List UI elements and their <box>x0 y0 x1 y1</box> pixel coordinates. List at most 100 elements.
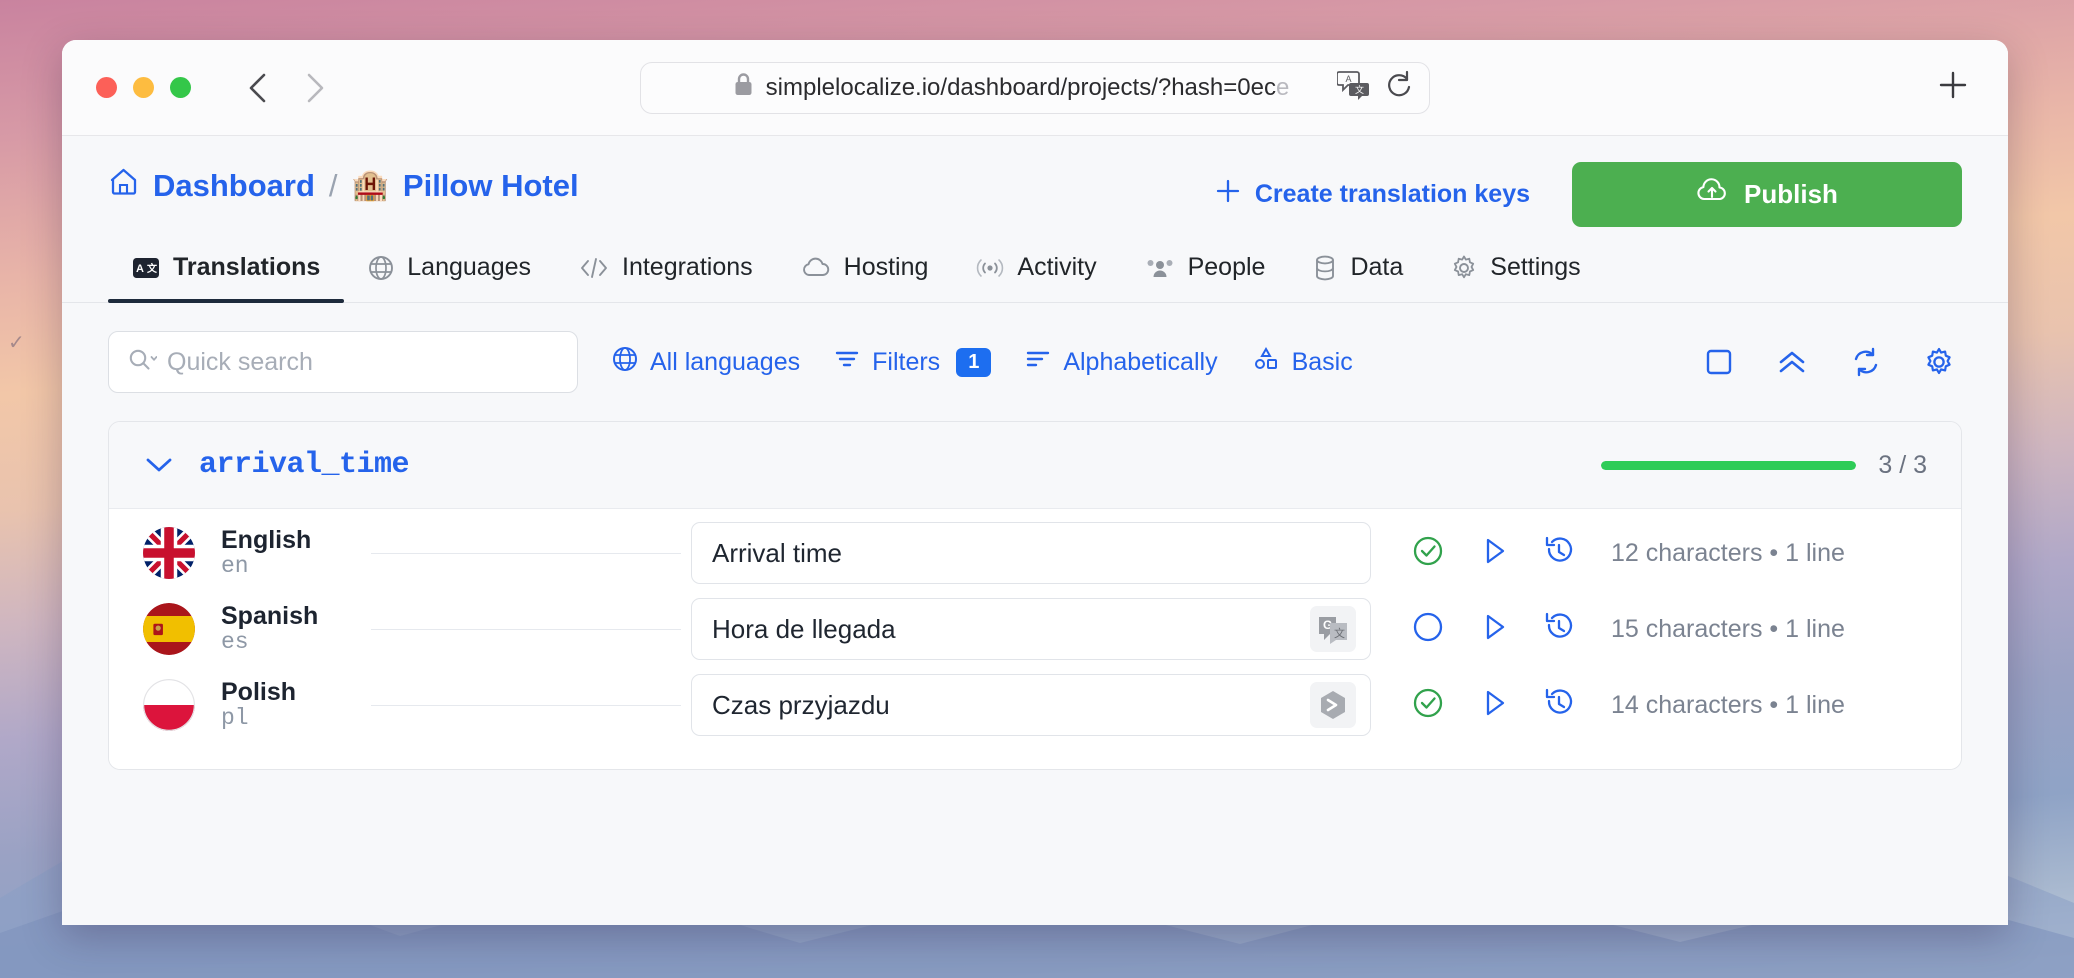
chevron-down-icon[interactable] <box>143 454 175 476</box>
collapse-all-icon[interactable] <box>1776 347 1808 377</box>
translation-key-name[interactable]: arrival_time <box>199 448 410 482</box>
tab-people[interactable]: People <box>1121 253 1290 302</box>
home-icon[interactable] <box>108 166 139 205</box>
table-row: English en Arrival time 12 characters • … <box>109 515 1961 591</box>
broadcast-icon <box>976 256 1004 280</box>
create-translation-keys-button[interactable]: Create translation keys <box>1215 178 1530 211</box>
row-connector <box>371 552 681 554</box>
browser-window: simplelocalize.io/dashboard/projects/?ha… <box>62 40 2008 925</box>
address-bar-icons[interactable]: A 文 <box>1336 70 1413 105</box>
minimize-window-button[interactable] <box>133 77 154 98</box>
filters-count-badge: 1 <box>956 347 992 377</box>
browser-navigation[interactable] <box>243 71 329 105</box>
close-window-button[interactable] <box>96 77 117 98</box>
svg-text:文: 文 <box>1334 626 1345 640</box>
breadcrumb-project-name[interactable]: Pillow Hotel <box>403 168 579 204</box>
breadcrumb: Dashboard / 🏨 Pillow Hotel <box>108 166 579 205</box>
empty-circle-icon[interactable] <box>1411 610 1445 649</box>
address-bar[interactable]: simplelocalize.io/dashboard/projects/?ha… <box>640 61 1430 114</box>
translation-meta: 12 characters • 1 line <box>1611 538 1845 567</box>
language-code: pl <box>221 705 249 732</box>
svg-text:文: 文 <box>1355 84 1364 95</box>
cloud-icon <box>801 256 831 280</box>
tab-translations[interactable]: A文 Translations <box>108 253 345 303</box>
back-chevron-icon[interactable] <box>243 71 271 105</box>
flag-pl-icon <box>143 679 195 731</box>
code-brackets-icon <box>579 256 609 280</box>
reload-icon[interactable] <box>1385 70 1413 105</box>
tab-data[interactable]: Data <box>1289 253 1427 302</box>
translate-page-icon[interactable]: A 文 <box>1336 70 1371 105</box>
publish-label: Publish <box>1744 179 1838 209</box>
view-mode-button[interactable]: Basic <box>1252 346 1353 379</box>
toolbar-right-icons <box>1704 347 1962 377</box>
tab-settings[interactable]: Settings <box>1427 253 1604 302</box>
tab-activity[interactable]: Activity <box>952 253 1120 302</box>
flag-es-icon <box>143 603 195 655</box>
filters-button[interactable]: Filters 1 <box>834 347 992 378</box>
tab-label: Hosting <box>843 253 929 281</box>
svg-text:A: A <box>136 263 144 275</box>
project-tabs: A文 Translations Languages Integrations H… <box>62 253 2008 303</box>
translation-input[interactable]: Hora de llegada G文 <box>691 598 1371 660</box>
cloud-upload-icon <box>1696 177 1728 212</box>
tab-label: Languages <box>407 253 531 281</box>
translation-input[interactable]: Czas przyjazdu <box>691 674 1371 736</box>
translation-input[interactable]: Arrival time <box>691 522 1371 584</box>
language-name: Spanish <box>221 601 319 630</box>
globe-icon <box>612 346 638 379</box>
language-name: English <box>221 525 312 554</box>
window-controls[interactable] <box>96 77 191 98</box>
history-icon[interactable] <box>1543 535 1575 572</box>
tab-hosting[interactable]: Hosting <box>777 253 953 302</box>
flag-uk-icon <box>143 527 195 579</box>
table-row: Polish pl Czas przyjazdu 14 characters •… <box>109 667 1961 743</box>
url-text: simplelocalize.io/dashboard/projects/?ha… <box>765 73 1290 101</box>
search-input[interactable] <box>167 347 559 377</box>
play-icon[interactable] <box>1479 535 1509 572</box>
play-icon[interactable] <box>1479 611 1509 648</box>
maximize-window-button[interactable] <box>170 77 191 98</box>
check-circle-icon[interactable] <box>1411 686 1445 725</box>
language-name: Polish <box>221 677 297 706</box>
forward-chevron-icon[interactable] <box>301 71 329 105</box>
tab-label: Data <box>1350 253 1404 281</box>
play-icon[interactable] <box>1479 687 1509 724</box>
tab-integrations[interactable]: Integrations <box>555 253 777 302</box>
translation-meta: 14 characters • 1 line <box>1611 690 1845 719</box>
language-code: en <box>221 553 249 580</box>
tab-label: Activity <box>1017 253 1097 281</box>
publish-button[interactable]: Publish <box>1572 162 1962 227</box>
row-actions <box>1411 610 1575 649</box>
progress-ratio: 3 / 3 <box>1878 450 1927 479</box>
all-languages-filter[interactable]: All languages <box>612 346 800 379</box>
sort-order-button[interactable]: Alphabetically <box>1025 347 1218 378</box>
tab-languages[interactable]: Languages <box>344 253 555 302</box>
select-all-checkbox-icon[interactable] <box>1704 347 1734 377</box>
translation-key-header[interactable]: arrival_time 3 / 3 <box>109 422 1961 509</box>
settings-gear-icon[interactable] <box>1924 347 1954 377</box>
translation-value: Hora de llegada <box>712 613 896 644</box>
url-text-group: simplelocalize.io/dashboard/projects/?ha… <box>641 72 1331 104</box>
row-connector <box>371 628 681 630</box>
language-info: Polish pl <box>221 677 371 732</box>
sort-order-label: Alphabetically <box>1063 347 1218 376</box>
bird-decoration: ✓ <box>8 332 25 354</box>
deepl-icon <box>1310 682 1356 728</box>
row-connector <box>371 704 681 706</box>
translation-value: Arrival time <box>712 537 843 568</box>
tab-label: People <box>1187 253 1266 281</box>
sort-icon <box>1025 347 1051 378</box>
filter-icon <box>834 347 860 378</box>
check-circle-icon[interactable] <box>1411 534 1445 573</box>
history-icon[interactable] <box>1543 611 1575 648</box>
refresh-icon[interactable] <box>1850 347 1882 377</box>
plus-icon <box>1215 178 1241 211</box>
new-tab-plus-icon[interactable] <box>1936 68 1970 107</box>
app-header: Dashboard / 🏨 Pillow Hotel Create transl… <box>62 136 2008 227</box>
breadcrumb-dashboard-link[interactable]: Dashboard <box>153 168 315 204</box>
quick-search-box[interactable] <box>108 331 578 393</box>
search-icon <box>127 347 158 378</box>
row-actions <box>1411 534 1575 573</box>
history-icon[interactable] <box>1543 687 1575 724</box>
